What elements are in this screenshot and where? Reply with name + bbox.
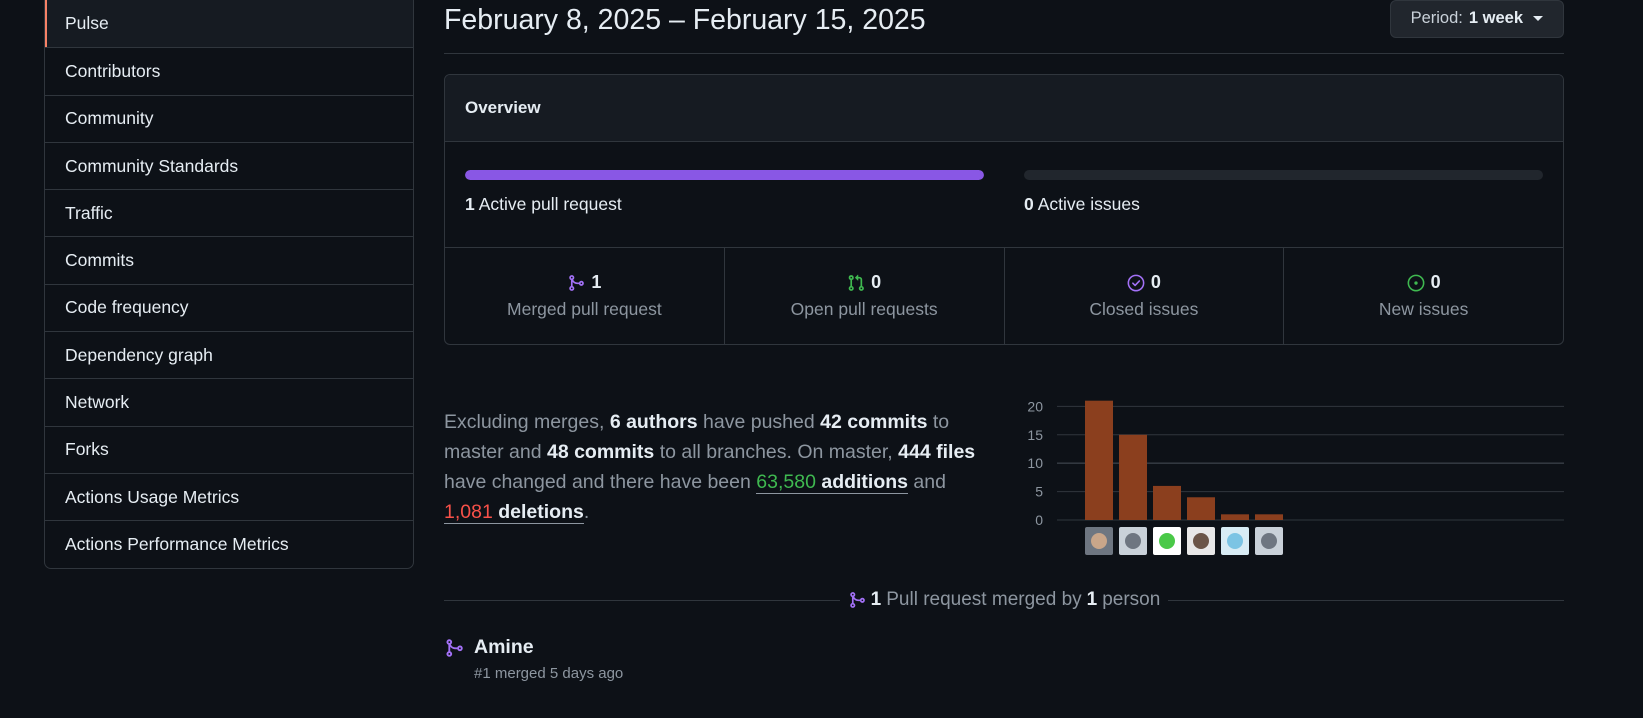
sidebar-item-code-frequency[interactable]: Code frequency (45, 283, 413, 331)
sidebar-item-pulse[interactable]: Pulse (45, 0, 413, 48)
merged-text: Pull request merged by (886, 589, 1082, 610)
git-merge-icon (849, 592, 865, 608)
sidebar-item-forks[interactable]: Forks (45, 425, 413, 473)
merged-people-count: 1 (1086, 589, 1098, 610)
git-merge-icon (446, 639, 463, 657)
pr-meta: #1 merged 5 days ago (474, 665, 624, 682)
merged-divider: 1 Pull request merged by 1 person (444, 587, 1564, 613)
merged-pr-item: Amine #1 merged 5 days ago (444, 636, 623, 682)
divider-line-left (444, 599, 840, 601)
merged-count: 1 (870, 589, 882, 610)
pr-title-link[interactable]: Amine (474, 636, 623, 659)
insights-sidebar: Pulse Contributors Community Community S… (44, 0, 414, 569)
sidebar-item-dependency-graph[interactable]: Dependency graph (45, 331, 413, 378)
sidebar-item-community[interactable]: Community (45, 94, 413, 142)
merged-text-person: person (1102, 589, 1161, 610)
sidebar-item-community-standards[interactable]: Community Standards (45, 141, 413, 189)
sidebar-item-contributors[interactable]: Contributors (45, 47, 413, 94)
merged-summary: 1 Pull request merged by 1 person (840, 589, 1169, 611)
sidebar-item-network[interactable]: Network (45, 378, 413, 425)
merged-section: 1 Pull request merged by 1 person Amine … (444, 0, 1564, 718)
sidebar-item-actions-performance-metrics[interactable]: Actions Performance Metrics (45, 520, 413, 567)
sidebar-item-commits[interactable]: Commits (45, 236, 413, 283)
divider-line-right (1168, 599, 1564, 601)
sidebar-item-actions-usage-metrics[interactable]: Actions Usage Metrics (45, 472, 413, 520)
sidebar-item-traffic[interactable]: Traffic (45, 189, 413, 236)
